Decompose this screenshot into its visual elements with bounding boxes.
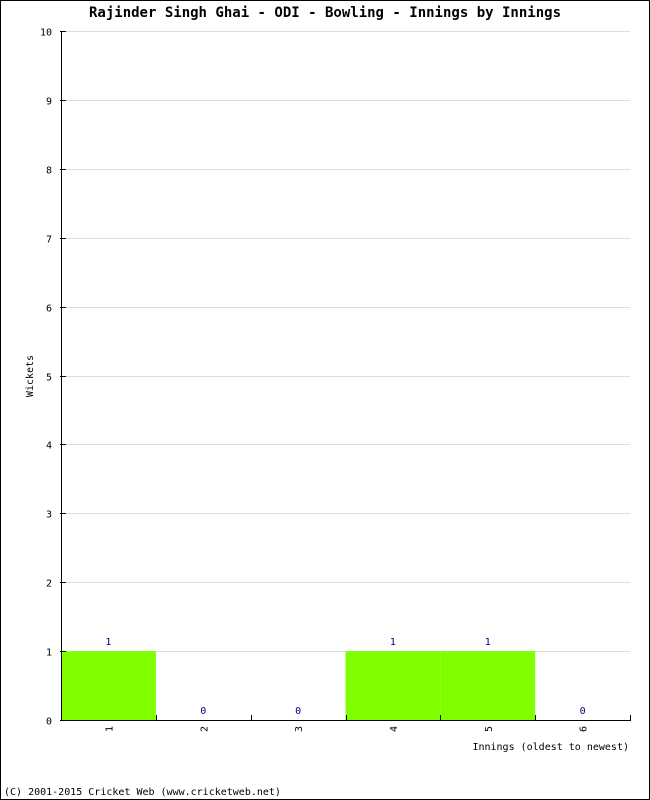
- x-tick-label: 3: [294, 726, 305, 732]
- chart-title: Rajinder Singh Ghai - ODI - Bowling - In…: [89, 5, 561, 21]
- y-tick-label: 1: [46, 648, 52, 659]
- data-label: 1: [390, 637, 396, 648]
- y-tick-label: 7: [46, 235, 52, 246]
- x-tick-label: 1: [104, 726, 115, 732]
- x-tick-labels: 1 2 3 4 5 6: [104, 726, 589, 732]
- y-tick-label: 6: [46, 304, 52, 315]
- x-tick-label: 2: [199, 726, 210, 732]
- y-tick-label: 0: [46, 717, 52, 728]
- y-tick-label: 3: [46, 510, 52, 521]
- x-axis-label: Innings (oldest to newest): [472, 742, 629, 753]
- y-tick-label: 2: [46, 579, 52, 590]
- x-tick-label: 5: [484, 726, 495, 732]
- data-label: 0: [295, 706, 301, 717]
- y-tick-label: 9: [46, 97, 52, 108]
- y-axis-label: Wickets: [25, 355, 36, 397]
- x-tick-label: 4: [389, 726, 400, 732]
- axes: [60, 31, 631, 721]
- bar: [440, 651, 536, 720]
- data-label: 1: [105, 637, 111, 648]
- data-label: 1: [485, 637, 491, 648]
- y-tick-label: 8: [46, 166, 52, 177]
- y-tick-label: 5: [46, 373, 52, 384]
- bar: [61, 651, 156, 720]
- data-label: 0: [580, 706, 586, 717]
- data-label: 0: [200, 706, 206, 717]
- bar-chart: Rajinder Singh Ghai - ODI - Bowling - In…: [4, 5, 631, 798]
- y-tick-labels: 0 1 2 3 4 5 6 7 8 9 10: [40, 28, 52, 728]
- grid-lines: [61, 31, 630, 652]
- y-tick-label: 4: [46, 441, 52, 452]
- bar: [345, 651, 441, 720]
- x-tick-label: 6: [579, 726, 590, 732]
- copyright-footer: (C) 2001-2015 Cricket Web (www.cricketwe…: [4, 787, 281, 798]
- y-tick-label: 10: [40, 28, 52, 39]
